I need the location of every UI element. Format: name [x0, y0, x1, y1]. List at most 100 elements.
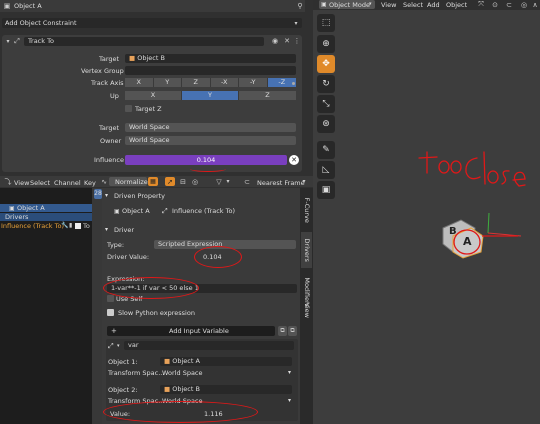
sidebar-handle[interactable]: 28	[94, 189, 102, 199]
track-axis-z[interactable]: Z	[182, 78, 211, 87]
add-constraint-label: Add Object Constraint	[5, 19, 77, 27]
variable-name-field[interactable]: var	[124, 341, 294, 350]
funnel-icon[interactable]: ▽	[214, 177, 224, 186]
ghost-icon[interactable]: ◎	[190, 177, 200, 186]
cube-icon: ■	[164, 385, 171, 393]
menu-view[interactable]: View	[14, 179, 29, 188]
cube-label-a: A	[463, 235, 472, 248]
pin-icon[interactable]: ⚲	[296, 2, 304, 10]
menu-key[interactable]: Key	[84, 179, 96, 188]
driven-property-collapse-icon[interactable]: ▾	[105, 192, 108, 199]
constraint-box: ▾ ⤢ Track To ◉ ✕ ⋮ Target ■ Object B Ver…	[2, 35, 302, 172]
owner-space-field[interactable]: World Space	[125, 136, 296, 145]
eye-icon[interactable]: ◉	[271, 37, 279, 45]
target-field[interactable]: ■ Object B	[125, 54, 296, 63]
tab-f-curve[interactable]: F-Curve	[301, 190, 312, 230]
up-axis-y[interactable]: Y	[182, 91, 239, 100]
channel-influence-row[interactable]: Influence (Track To) 🔧 ▮ To	[0, 222, 92, 231]
checkbox-icon[interactable]	[75, 223, 81, 229]
plus-icon: +	[111, 327, 117, 335]
curve-icon[interactable]: ∿	[99, 177, 109, 186]
pointer-icon[interactable]: ➚	[165, 177, 175, 186]
track-axis-x[interactable]: X	[125, 78, 154, 87]
driven-object: Object A	[122, 207, 150, 215]
annotation-value-circle	[103, 401, 258, 423]
object1-field[interactable]: ■ Object A	[160, 357, 292, 366]
influence-slider[interactable]: 0.104	[125, 155, 287, 165]
object-icon: ▣	[114, 208, 120, 215]
target-label: Target	[99, 55, 120, 63]
cube-icon: ■	[129, 54, 136, 62]
driver-collapse-icon[interactable]: ▾	[105, 226, 108, 233]
track-to-icon: ⤢	[14, 36, 20, 45]
chevron-down-icon: ▾	[288, 397, 292, 404]
editor-type-icon[interactable]: ⤵	[2, 177, 14, 186]
driven-influence: Influence (Track To)	[172, 207, 235, 215]
menu-channel[interactable]: Channel	[54, 179, 81, 188]
channel-object-row[interactable]: ▣ Object A	[0, 204, 92, 212]
transform-space1-label: Transform Spac...	[108, 369, 165, 377]
track-axis-neg-y[interactable]: -Y	[239, 78, 268, 87]
magnet-icon[interactable]: ⊂	[242, 177, 252, 186]
normalize-toggle[interactable]: Normalize	[109, 177, 148, 186]
graph-area: ⇔	[92, 188, 102, 424]
drag-handle-icon[interactable]: ⋮	[293, 37, 301, 45]
transform-space1-value[interactable]: World Space	[162, 370, 203, 377]
tab-view[interactable]: View	[301, 298, 312, 322]
drivers-header: ⤵ View Select Channel Key ∿ Normalize ▦ …	[0, 176, 313, 187]
dot-icon	[292, 82, 295, 85]
side-tabs: F-Curve Drivers Modifiers View	[300, 188, 313, 424]
lock-icon[interactable]: ▮	[69, 222, 72, 229]
cube-label-b: B	[449, 226, 457, 237]
add-constraint-dropdown[interactable]: Add Object Constraint ▾	[2, 18, 302, 28]
close-icon[interactable]: ✕	[283, 37, 291, 45]
info-icon	[107, 309, 114, 316]
object2-label: Object 2:	[108, 386, 138, 394]
target-space-label: Target	[99, 124, 120, 132]
target-z-checkbox[interactable]	[125, 105, 132, 112]
add-input-variable-button[interactable]: + Add Input Variable	[107, 326, 275, 336]
slow-python-label: Slow Python expression	[118, 309, 195, 317]
object1-label: Object 1:	[108, 358, 138, 366]
pivot-label[interactable]: Nearest Frame	[257, 179, 305, 188]
menu-select[interactable]: Select	[30, 179, 50, 188]
constraint-icon: ⤢	[162, 207, 168, 215]
filter-icon[interactable]: ⊟	[178, 177, 188, 186]
object-icon: ▣	[3, 2, 11, 10]
viewport-3d[interactable]: ▣ Object Mode ▾ View Select Add Object ⤧…	[313, 0, 540, 424]
track-axis-neg-x[interactable]: -X	[210, 78, 239, 87]
paste-variables-icon[interactable]: ⧉	[288, 326, 297, 336]
pivot-chevron-icon: ▾	[302, 178, 306, 185]
viewport-scene: tooClose B A	[313, 0, 540, 424]
copy-variables-icon[interactable]: ⧉	[278, 326, 287, 336]
sync-icon[interactable]: ▦	[148, 177, 158, 186]
variable-type-icon[interactable]: ⤢	[108, 342, 114, 351]
influence-value: 0.104	[196, 156, 216, 164]
wrench-icon[interactable]: 🔧	[61, 222, 68, 229]
disable-keep-icon[interactable]: ✕	[289, 155, 299, 165]
annotation-drawing	[418, 151, 526, 259]
object-name: Object A	[14, 2, 42, 10]
object2-field[interactable]: ■ Object B	[160, 385, 292, 394]
target-space-field[interactable]: World Space	[125, 123, 296, 132]
properties-header: ▣ Object A ⚲	[0, 0, 305, 12]
vertex-group-field[interactable]	[125, 66, 296, 75]
dropdown-icon[interactable]: ▾	[224, 177, 232, 186]
use-self-checkbox[interactable]	[107, 295, 114, 302]
up-label: Up	[110, 92, 119, 100]
driver-sidebar: 28 ▾ Driven Property ▣ Object A ⤢ Influe…	[94, 188, 300, 424]
annotation-expression-circle	[103, 277, 199, 299]
up-axis-x[interactable]: X	[125, 91, 182, 100]
constraint-name-field[interactable]: Track To	[24, 37, 264, 46]
target-z-label: Target Z	[135, 105, 162, 113]
driver-title: Driver	[114, 226, 135, 234]
chevron-down-icon: ▾	[294, 19, 298, 27]
track-axis-y[interactable]: Y	[153, 78, 182, 87]
collapse-icon[interactable]: ▾	[5, 38, 11, 45]
annotation-driver-value-circle	[194, 246, 242, 268]
tab-drivers[interactable]: Drivers	[301, 232, 312, 268]
driver-value-label: Driver Value:	[107, 253, 150, 261]
up-axis-z[interactable]: Z	[239, 91, 296, 100]
influence-label: Influence	[94, 156, 124, 164]
channel-drivers-row[interactable]: Drivers	[0, 213, 92, 221]
